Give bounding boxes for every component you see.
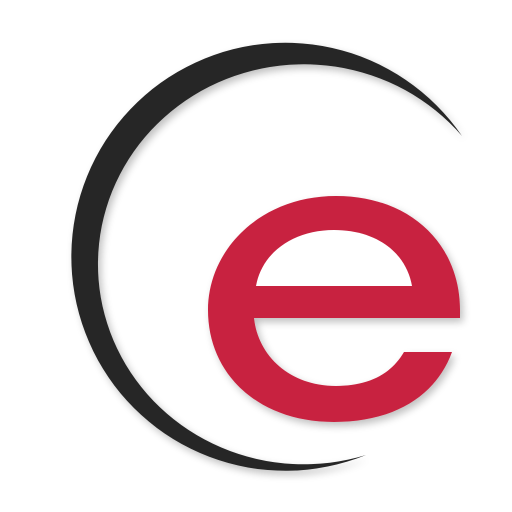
logo-canvas [0, 0, 512, 512]
letter-e-icon [208, 196, 461, 422]
e-logo [71, 42, 462, 471]
